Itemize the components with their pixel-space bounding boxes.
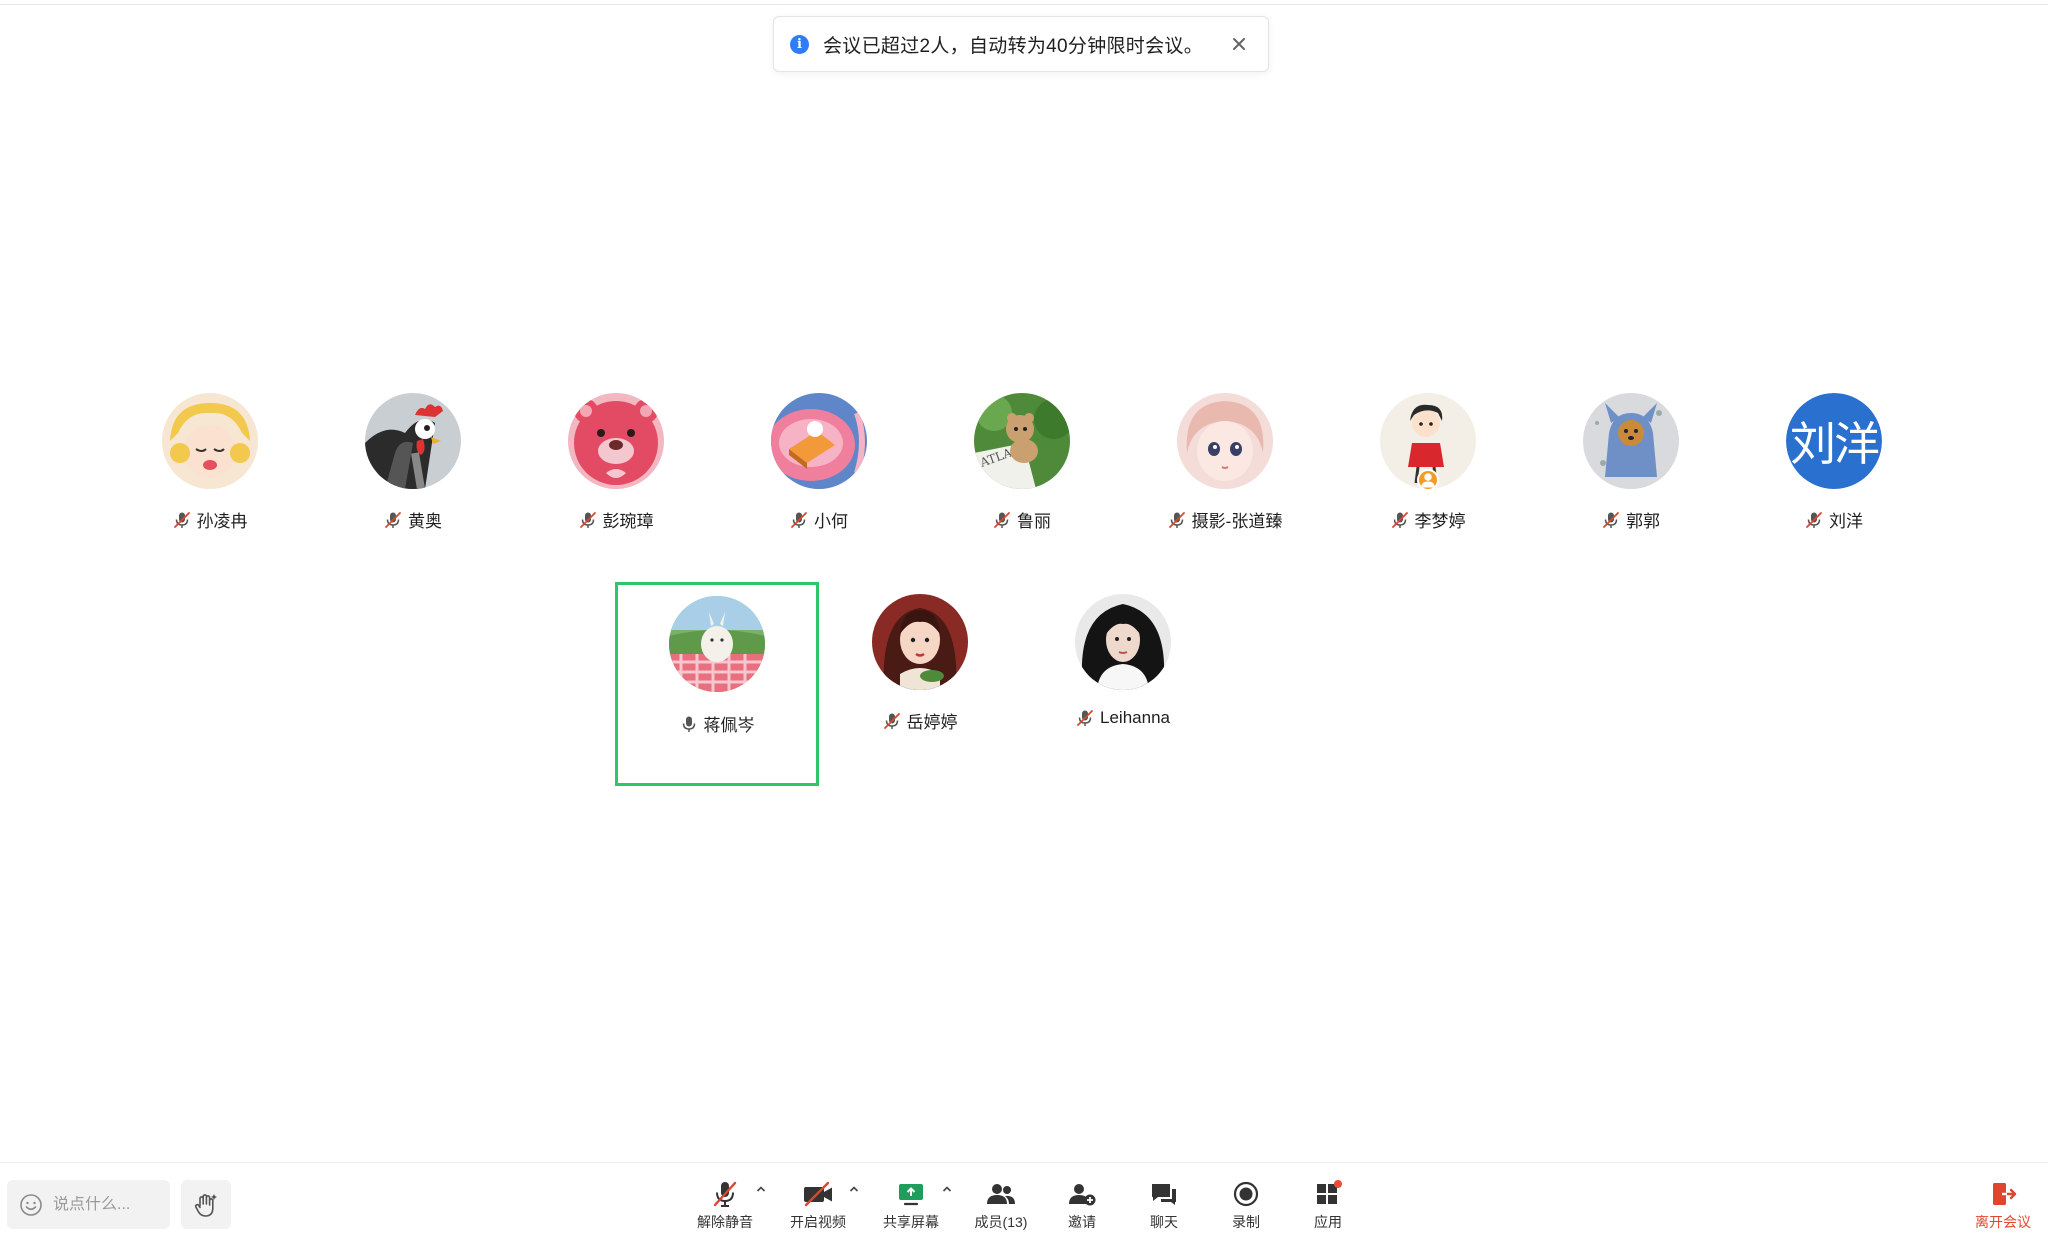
chat-label: 聊天 [1150, 1214, 1178, 1230]
close-notification-button[interactable] [1228, 33, 1250, 55]
participant-tile-active-speaker[interactable]: 蒋佩岑 [615, 582, 819, 786]
participant-name: 鲁丽 [1017, 512, 1051, 531]
participant-name: 彭琬璋 [602, 512, 654, 531]
info-icon: i [790, 34, 809, 54]
participant-avatar [1177, 393, 1273, 489]
participant-name: 摄影-张道臻 [1191, 512, 1283, 531]
mic-muted-icon [1391, 511, 1409, 529]
participant-tile[interactable]: 摄影-张道臻 [1123, 381, 1327, 585]
participant-tile[interactable]: Leihanna [1021, 582, 1225, 786]
participant-name: Leihanna [1100, 708, 1170, 727]
exit-icon [1993, 1183, 2017, 1205]
participant-tile[interactable]: 彭琬璋 [514, 381, 718, 585]
meeting-toolbar: 解除静音 开启视频 共享屏幕 [0, 1162, 2048, 1246]
mic-muted-icon [713, 1181, 737, 1207]
members-label: 成员(13) [974, 1214, 1028, 1230]
participant-tile[interactable]: 李梦婷 [1326, 381, 1530, 585]
participant-avatar [872, 594, 968, 690]
mic-muted-icon [579, 511, 597, 529]
mic-muted-icon [173, 511, 191, 529]
close-icon [1233, 38, 1245, 50]
mic-muted-icon [883, 712, 901, 730]
mic-muted-icon [1805, 511, 1823, 529]
participant-avatar: ATLAS [974, 393, 1070, 489]
mic-muted-icon [790, 511, 808, 529]
mic-on-icon [680, 715, 698, 733]
apps-grid-icon [1317, 1180, 1342, 1204]
participant-avatar [1583, 393, 1679, 489]
participant-avatar [568, 393, 664, 489]
participant-name: 蒋佩岑 [703, 716, 755, 735]
mic-muted-icon [993, 511, 1011, 529]
participant-avatar [1075, 594, 1171, 690]
members-icon [987, 1184, 1015, 1204]
emoji-icon[interactable] [19, 1193, 43, 1217]
start-video-button[interactable]: 开启视频 [789, 1180, 847, 1236]
participant-avatar [162, 393, 258, 489]
add-user-icon [1069, 1184, 1096, 1206]
raise-hand-button[interactable] [181, 1180, 231, 1229]
share-screen-label: 共享屏幕 [883, 1214, 939, 1230]
leave-meeting-label: 离开会议 [1975, 1214, 2031, 1230]
audio-options-chevron-up-icon[interactable] [755, 1183, 767, 1195]
participant-tile[interactable]: 刘洋 刘洋 [1732, 381, 1936, 585]
apps-label: 应用 [1314, 1214, 1342, 1230]
share-options-chevron-up-icon[interactable] [941, 1183, 953, 1195]
participant-tile[interactable]: 郭郭 [1529, 381, 1733, 585]
invite-label: 邀请 [1068, 1214, 1096, 1230]
unmute-button[interactable]: 解除静音 [697, 1180, 753, 1236]
participant-tile[interactable]: 黄奥 [311, 381, 515, 585]
participant-tile[interactable]: ATLAS 鲁丽 [920, 381, 1124, 585]
participant-avatar [1380, 393, 1476, 491]
raise-hand-icon [194, 1193, 217, 1217]
chat-button[interactable]: 聊天 [1146, 1180, 1182, 1236]
meeting-limit-notification: i 会议已超过2人，自动转为40分钟限时会议。 [773, 16, 1269, 72]
top-divider [0, 4, 2048, 5]
mic-muted-icon [1602, 511, 1620, 529]
apps-button[interactable]: 应用 [1310, 1180, 1346, 1236]
participant-name: 黄奥 [408, 512, 442, 531]
participant-name: 小何 [814, 512, 848, 531]
record-button[interactable]: 录制 [1228, 1180, 1264, 1236]
quick-chat-input[interactable] [53, 1195, 163, 1214]
participant-tile[interactable]: 孙凌冉 [108, 381, 312, 585]
participant-avatar [669, 596, 765, 692]
invite-button[interactable]: 邀请 [1064, 1180, 1100, 1236]
avatar-initials: 刘洋 [1786, 393, 1882, 489]
host-badge-icon [1417, 469, 1439, 491]
participant-tile[interactable]: 小何 [717, 381, 921, 585]
share-screen-button[interactable]: 共享屏幕 [882, 1180, 940, 1236]
mic-muted-icon [384, 511, 402, 529]
participant-tile[interactable]: 岳婷婷 [818, 582, 1022, 786]
record-icon [1233, 1181, 1259, 1207]
participant-name: 岳婷婷 [906, 713, 958, 732]
video-off-icon [804, 1181, 832, 1207]
start-video-label: 开启视频 [790, 1214, 846, 1230]
notification-message: 会议已超过2人，自动转为40分钟限时会议。 [823, 35, 1204, 57]
participant-avatar [771, 393, 867, 489]
participant-name: 孙凌冉 [196, 512, 248, 531]
participant-name: 刘洋 [1829, 512, 1863, 531]
participant-name: 郭郭 [1626, 512, 1660, 531]
mic-muted-icon [1076, 709, 1094, 727]
participant-avatar: 刘洋 [1786, 393, 1882, 489]
chat-icon [1152, 1184, 1176, 1205]
unmute-label: 解除静音 [697, 1214, 753, 1230]
record-label: 录制 [1232, 1214, 1260, 1230]
video-options-chevron-up-icon[interactable] [848, 1183, 860, 1195]
mic-muted-icon [1168, 511, 1186, 529]
members-button[interactable]: 成员(13) [971, 1180, 1031, 1236]
leave-meeting-button[interactable]: 离开会议 [1972, 1180, 2034, 1236]
quick-chat-box[interactable] [7, 1180, 170, 1229]
share-screen-icon [899, 1184, 923, 1206]
participant-avatar [365, 393, 461, 489]
